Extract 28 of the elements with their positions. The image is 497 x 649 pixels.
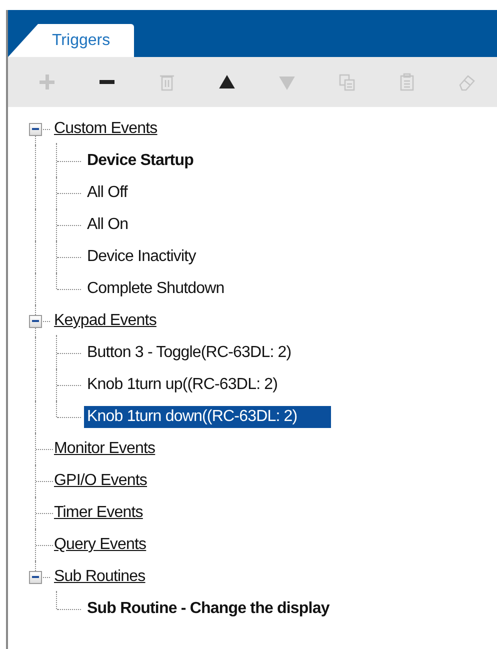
up-triangle-icon (218, 73, 236, 91)
tree-item[interactable]: Device Inactivity (84, 246, 199, 268)
trash-icon (158, 73, 176, 91)
tree-group-label[interactable]: Monitor Events (54, 440, 156, 458)
tree-group-label[interactable]: Timer Events (54, 504, 143, 522)
clipboard-icon (398, 73, 416, 91)
tree-item[interactable]: Sub Routine - Change the display (84, 598, 332, 620)
minus-icon (98, 80, 116, 84)
tree-item[interactable]: Knob 1turn down((RC-63DL: 2) (84, 406, 332, 428)
tree-group-label[interactable]: GPI/O Events (54, 472, 148, 490)
tree-item[interactable]: All Off (84, 182, 130, 204)
collapse-icon[interactable] (29, 570, 42, 584)
tree-group-label[interactable]: Query Events (54, 536, 146, 554)
collapse-icon[interactable] (29, 122, 42, 136)
tree-item[interactable]: Complete Shutdown (84, 278, 228, 300)
tree-item[interactable]: All On (84, 214, 132, 236)
tree-group-label[interactable]: Sub Routines (54, 568, 146, 586)
tree-group-label[interactable]: Custom Events (54, 120, 158, 138)
tree-item[interactable]: Button 3 - Toggle(RC-63DL: 2) (84, 342, 294, 364)
up-triangle-icon-button[interactable] (218, 73, 236, 91)
plus-icon (38, 73, 56, 91)
tree-group-label[interactable]: Keypad Events (54, 312, 156, 330)
tree-item[interactable]: Device Startup (84, 150, 196, 172)
copy-icon (338, 73, 356, 91)
tree-item[interactable]: Knob 1turn up((RC-63DL: 2) (84, 374, 281, 396)
triggers-tab[interactable]: Triggers (8, 24, 134, 57)
collapse-icon[interactable] (29, 314, 42, 328)
eraser-icon (458, 73, 476, 91)
